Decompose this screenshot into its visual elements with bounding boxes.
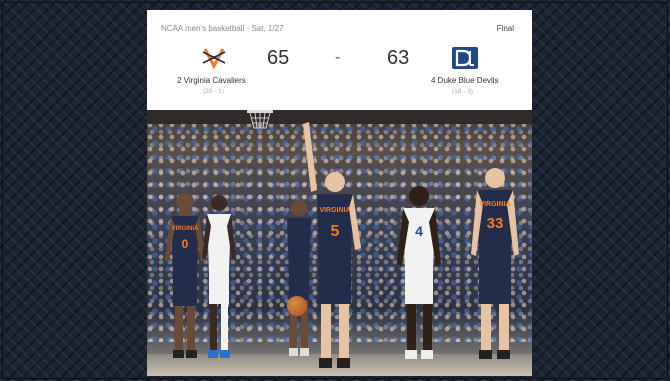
duke-blue-devils-logo-icon xyxy=(452,47,478,69)
basketball-hoop-icon xyxy=(247,110,273,129)
jersey-team-text: VIRGINIA xyxy=(479,201,510,208)
player-virginia-33: VIRGINIA 33 xyxy=(471,168,519,359)
game-meta: NCAA men's basketball · Sat, 1/27 xyxy=(161,24,284,33)
home-team-name[interactable]: 2 Virginia Cavaliers xyxy=(177,76,246,85)
jersey-number: 33 xyxy=(487,215,504,232)
player-duke-left xyxy=(202,195,236,358)
player-duke-4: 4 xyxy=(397,186,441,359)
jersey-number: 0 xyxy=(182,237,189,251)
game-status: Final xyxy=(496,24,514,33)
jersey-number: 5 xyxy=(331,223,340,240)
game-photo[interactable]: VIRGINIA 0 VIRGINIA 5 4 VIRGINIA 33 xyxy=(147,110,532,376)
jersey-team-text: VIRGINIA xyxy=(172,226,199,232)
basketball xyxy=(287,296,307,316)
away-team-name[interactable]: 4 Duke Blue Devils xyxy=(431,76,499,85)
away-score: 63 xyxy=(387,47,410,69)
away-team-record: (18 - 3) xyxy=(452,88,473,95)
game-result-card[interactable]: NCAA men's basketball · Sat, 1/27 Final … xyxy=(147,10,532,376)
scoreboard-panel[interactable]: NCAA men's basketball · Sat, 1/27 Final … xyxy=(147,10,532,110)
home-score: 65 xyxy=(267,47,290,69)
jersey-number: 4 xyxy=(415,223,423,239)
player-virginia-5: VIRGINIA 5 xyxy=(303,122,361,368)
jersey-team-text: VIRGINIA xyxy=(319,207,350,214)
score-separator: - xyxy=(335,49,341,66)
virginia-cavaliers-logo-icon xyxy=(202,48,226,70)
home-team-record: (20 - 1) xyxy=(203,88,224,95)
